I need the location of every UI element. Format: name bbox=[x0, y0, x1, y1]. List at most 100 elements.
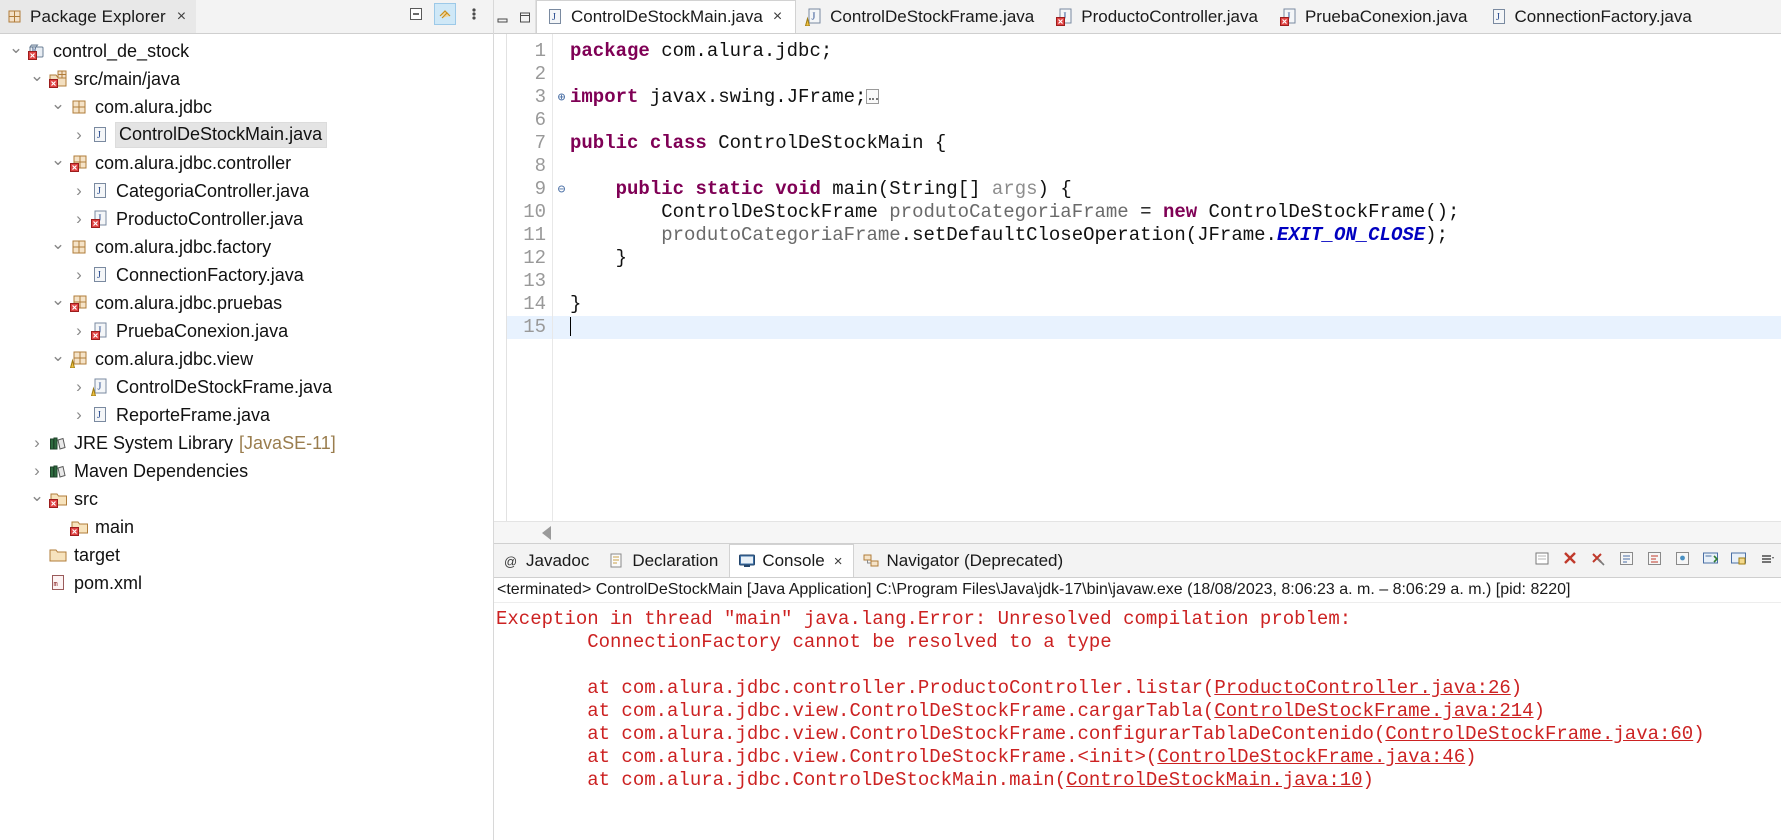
code-line[interactable]: } bbox=[570, 293, 1781, 316]
console-output-line[interactable]: at com.alura.jdbc.view.ControlDeStockFra… bbox=[496, 700, 1781, 723]
collapse-all-button[interactable] bbox=[405, 3, 427, 25]
stacktrace-link[interactable]: ControlDeStockFrame.java:60 bbox=[1385, 723, 1693, 745]
code-editor[interactable]: 1 2 3 6 7 8 9 10 11 12 13 14 15 ⊕ ⊖ package com.alura… bbox=[494, 34, 1781, 544]
console-tab-console[interactable]: Console × bbox=[729, 544, 855, 577]
word-wrap-button[interactable] bbox=[1644, 548, 1665, 569]
stacktrace-link[interactable]: ControlDeStockMain.java:10 bbox=[1066, 769, 1362, 791]
scroll-lock-button[interactable] bbox=[1616, 548, 1637, 569]
console-output-line[interactable]: at com.alura.jdbc.view.ControlDeStockFra… bbox=[496, 723, 1781, 746]
console-view-menu-button[interactable] bbox=[1756, 548, 1777, 569]
tree-item-target[interactable]: target bbox=[0, 541, 493, 569]
tree-item-connectionfactory-java[interactable]: › J ConnectionFactory.java bbox=[0, 261, 493, 289]
minimize-editor-button[interactable] bbox=[497, 11, 510, 23]
stacktrace-link[interactable]: ProductoController.java:26 bbox=[1214, 677, 1510, 699]
chevron-down-icon[interactable]: ⌄ bbox=[48, 234, 68, 254]
code-folding-bar[interactable]: ⊕ ⊖ bbox=[553, 34, 570, 521]
tree-item-main[interactable]: main bbox=[0, 513, 493, 541]
code-line[interactable]: import javax.swing.JFrame; bbox=[570, 86, 1781, 109]
stacktrace-link[interactable]: ControlDeStockFrame.java:46 bbox=[1157, 746, 1465, 768]
code-line[interactable]: public class ControlDeStockMain { bbox=[570, 132, 1781, 155]
fold-toggle-icon[interactable]: ⊖ bbox=[553, 178, 570, 201]
console-output-line[interactable] bbox=[496, 654, 1781, 677]
chevron-down-icon[interactable]: ⌄ bbox=[27, 66, 47, 86]
console-output-line[interactable]: at com.alura.jdbc.ControlDeStockMain.mai… bbox=[496, 769, 1781, 792]
console-output-line[interactable]: ConnectionFactory cannot be resolved to … bbox=[496, 631, 1781, 654]
fold-toggle-icon[interactable]: ⊕ bbox=[553, 86, 570, 109]
console-output-line[interactable]: at com.alura.jdbc.view.ControlDeStockFra… bbox=[496, 746, 1781, 769]
remove-all-terminated-button[interactable] bbox=[1588, 548, 1609, 569]
code-line[interactable]: produtoCategoriaFrame.setDefaultCloseOpe… bbox=[570, 224, 1781, 247]
chevron-right-icon[interactable]: › bbox=[69, 405, 89, 425]
console-output[interactable]: Exception in thread "main" java.lang.Err… bbox=[494, 603, 1781, 840]
chevron-right-icon[interactable]: › bbox=[27, 433, 47, 453]
code-line[interactable]: ControlDeStockFrame produtoCategoriaFram… bbox=[570, 201, 1781, 224]
tree-item-jre-system-library[interactable]: › JRE System Library [JavaSE-11] bbox=[0, 429, 493, 457]
tree-item-com-alura-jdbc-view[interactable]: ⌄ com.alura.jdbc.view bbox=[0, 345, 493, 373]
link-with-editor-button[interactable] bbox=[434, 3, 456, 25]
chevron-down-icon[interactable]: ⌄ bbox=[48, 290, 68, 310]
console-tab-javadoc[interactable]: @ Javadoc bbox=[494, 544, 601, 577]
tree-item-src[interactable]: ⌄ src bbox=[0, 485, 493, 513]
clear-console-button[interactable] bbox=[1532, 548, 1553, 569]
editor-tab-productocontroller[interactable]: J ProductoController.java bbox=[1047, 0, 1271, 33]
console-output-line[interactable]: at com.alura.jdbc.controller.ProductoCon… bbox=[496, 677, 1781, 700]
chevron-down-icon[interactable]: ⌄ bbox=[27, 486, 47, 506]
tree-item-reporteframe-java[interactable]: › J ReporteFrame.java bbox=[0, 401, 493, 429]
editor-tab-controldestockframe[interactable]: J ControlDeStockFrame.java bbox=[796, 0, 1048, 33]
editor-tab-controldestockmain[interactable]: J ControlDeStockMain.java × bbox=[536, 0, 797, 33]
console-tab-navigator-deprecated[interactable]: Navigator (Deprecated) bbox=[854, 544, 1075, 577]
tree-item-maven-dependencies[interactable]: › Maven Dependencies bbox=[0, 457, 493, 485]
chevron-right-icon[interactable]: › bbox=[27, 461, 47, 481]
code-line[interactable]: package com.alura.jdbc; bbox=[570, 40, 1781, 63]
folded-imports-icon[interactable] bbox=[866, 89, 880, 104]
tree-item-productocontroller-java[interactable]: ›JProductoController.java bbox=[0, 205, 493, 233]
chevron-right-icon[interactable]: › bbox=[69, 209, 89, 229]
code-line[interactable]: public static void main(String[] args) { bbox=[570, 178, 1781, 201]
close-icon[interactable]: × bbox=[773, 8, 782, 26]
tree-item-categoriacontroller-java[interactable]: › J CategoriaController.java bbox=[0, 177, 493, 205]
chevron-right-icon[interactable]: › bbox=[69, 181, 89, 201]
code-line[interactable] bbox=[570, 155, 1781, 178]
pin-console-button[interactable] bbox=[1672, 548, 1693, 569]
chevron-right-icon[interactable]: › bbox=[69, 125, 89, 145]
tree-item-pom-xml[interactable]: m pom.xml bbox=[0, 569, 493, 597]
chevron-down-icon[interactable]: ⌄ bbox=[6, 38, 26, 58]
tree-item-controldestockframe-java[interactable]: › J ControlDeStockFrame.java bbox=[0, 373, 493, 401]
tree-item-com-alura-jdbc-factory[interactable]: ⌄ com.alura.jdbc.factory bbox=[0, 233, 493, 261]
console-output-line[interactable]: Exception in thread "main" java.lang.Err… bbox=[496, 608, 1781, 631]
left-scroll-arrow-icon[interactable] bbox=[542, 525, 551, 540]
tree-item-control-de-stock[interactable]: ⌄ Mcontrol_de_stock bbox=[0, 37, 493, 65]
editor-tab-connectionfactory[interactable]: J ConnectionFactory.java bbox=[1480, 0, 1705, 33]
console-tab-declaration[interactable]: Declaration bbox=[600, 544, 730, 577]
tree-item-controldestockmain-java[interactable]: › J ControlDeStockMain.java bbox=[0, 121, 493, 149]
code-line[interactable]: } bbox=[570, 247, 1781, 270]
chevron-right-icon[interactable]: › bbox=[69, 321, 89, 341]
chevron-down-icon[interactable]: ⌄ bbox=[48, 150, 68, 170]
close-icon[interactable]: × bbox=[177, 9, 186, 25]
code-line[interactable] bbox=[570, 109, 1781, 132]
project-tree[interactable]: ⌄ Mcontrol_de_stock ⌄ src/main/java ⌄ com.alu… bbox=[0, 34, 493, 840]
maximize-editor-button[interactable] bbox=[519, 11, 532, 23]
tree-item-com-alura-jdbc-controller[interactable]: ⌄ com.alura.jdbc.controller bbox=[0, 149, 493, 177]
editor-horizontal-scrollbar[interactable] bbox=[494, 521, 1781, 543]
open-console-button[interactable] bbox=[1728, 548, 1749, 569]
chevron-down-icon[interactable]: ⌄ bbox=[48, 346, 68, 366]
code-editor-body[interactable]: 1 2 3 6 7 8 9 10 11 12 13 14 15 ⊕ ⊖ package com.alura… bbox=[494, 34, 1781, 521]
view-menu-button[interactable] bbox=[463, 3, 485, 25]
editor-tab-pruebaconexion[interactable]: J PruebaConexion.java bbox=[1270, 0, 1481, 33]
tree-item-pruebaconexion-java[interactable]: ›JPruebaConexion.java bbox=[0, 317, 493, 345]
code-line[interactable] bbox=[570, 63, 1781, 86]
stacktrace-link[interactable]: ControlDeStockFrame.java:214 bbox=[1214, 700, 1533, 722]
code-text[interactable]: package com.alura.jdbc; import javax.swin… bbox=[570, 34, 1781, 521]
code-line[interactable] bbox=[570, 270, 1781, 293]
tree-item-src-main-java[interactable]: ⌄ src/main/java bbox=[0, 65, 493, 93]
tree-item-com-alura-jdbc-pruebas[interactable]: ⌄ com.alura.jdbc.pruebas bbox=[0, 289, 493, 317]
display-selected-console-button[interactable] bbox=[1700, 548, 1721, 569]
tree-item-com-alura-jdbc[interactable]: ⌄ com.alura.jdbc bbox=[0, 93, 493, 121]
close-icon[interactable]: × bbox=[834, 553, 843, 570]
tab-package-explorer[interactable]: Package Explorer × bbox=[0, 0, 197, 33]
chevron-right-icon[interactable]: › bbox=[69, 265, 89, 285]
chevron-right-icon[interactable]: › bbox=[69, 377, 89, 397]
marker-bar[interactable] bbox=[494, 34, 507, 521]
code-line[interactable] bbox=[570, 316, 1781, 339]
